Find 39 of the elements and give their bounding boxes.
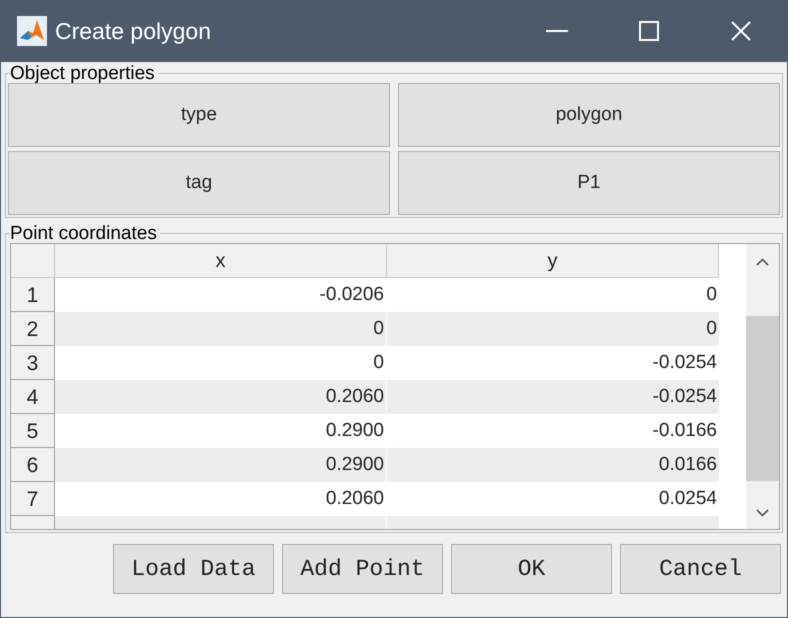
table-cell[interactable]: 0 <box>387 312 719 346</box>
table-cell[interactable]: 0.0254 <box>387 482 719 516</box>
column-header[interactable]: y <box>387 244 719 278</box>
table-cell[interactable]: -0.0166 <box>387 414 719 448</box>
table-cell[interactable]: 0 <box>55 312 387 346</box>
group-title: Object properties <box>10 64 156 83</box>
dialog-button[interactable]: Cancel <box>620 544 781 594</box>
property-value[interactable]: P1 <box>398 151 780 215</box>
scroll-down-icon[interactable] <box>756 509 769 517</box>
dialog-button[interactable]: Add Point <box>282 544 443 594</box>
row-header[interactable]: 1 <box>11 278 55 312</box>
app-logo-icon <box>17 16 47 46</box>
row-header[interactable]: 4 <box>11 380 55 414</box>
dialog-button[interactable]: Load Data <box>113 544 274 594</box>
property-value[interactable]: polygon <box>398 83 780 147</box>
column-header[interactable]: x <box>55 244 387 278</box>
window-title: Create polygon <box>55 16 211 46</box>
row-header[interactable]: 6 <box>11 448 55 482</box>
table-cell[interactable]: -0.0254 <box>387 380 719 414</box>
maximize-icon <box>639 21 659 41</box>
scrollbar-thumb[interactable] <box>746 316 779 481</box>
close-icon <box>731 21 751 41</box>
table-corner-cell <box>11 244 55 278</box>
table-cell[interactable]: 0.0166 <box>387 448 719 482</box>
table-cell[interactable]: 0 <box>387 278 719 312</box>
property-name[interactable]: type <box>8 83 390 147</box>
table-cell[interactable]: 0.2900 <box>55 448 387 482</box>
table-cell[interactable]: 0.2060 <box>55 380 387 414</box>
scroll-up-icon[interactable] <box>756 258 769 266</box>
dialog-button[interactable]: OK <box>451 544 612 594</box>
property-name[interactable]: tag <box>8 151 390 215</box>
row-header[interactable]: 5 <box>11 414 55 448</box>
row-header[interactable]: 7 <box>11 482 55 516</box>
minimize-icon <box>546 30 568 32</box>
table-cell[interactable]: -0.0254 <box>387 346 719 380</box>
scrollbar[interactable] <box>746 244 779 529</box>
group-title: Point coordinates <box>10 224 158 243</box>
row-header[interactable]: 2 <box>11 312 55 346</box>
row-header[interactable]: 3 <box>11 346 55 380</box>
